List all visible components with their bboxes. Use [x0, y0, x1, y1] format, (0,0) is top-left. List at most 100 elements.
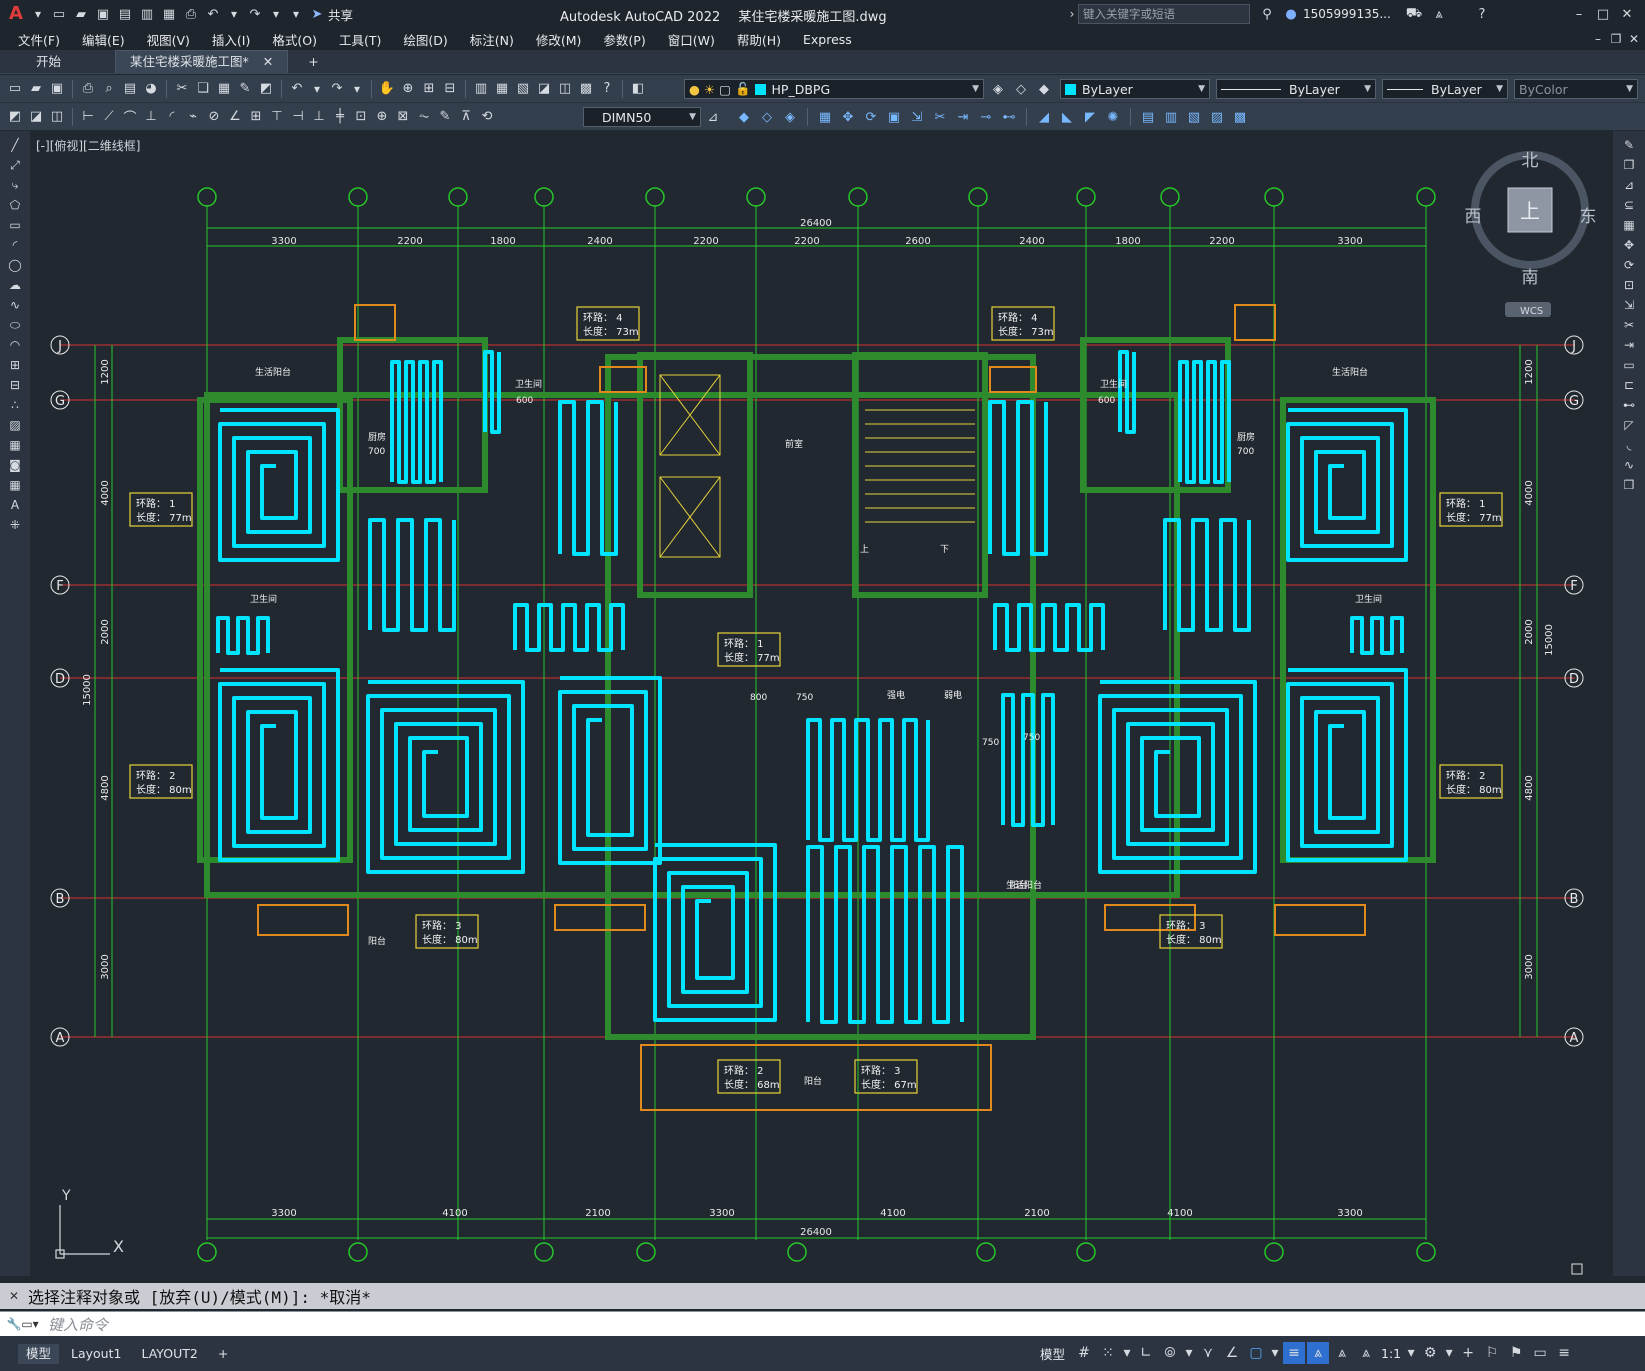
break-at-point-icon[interactable]: ▭	[1621, 357, 1637, 373]
send-back-icon[interactable]: ▧	[1185, 108, 1203, 126]
polygon-icon[interactable]: ⬠	[7, 197, 23, 213]
plotstyle-dropdown[interactable]: ByColor ▼	[1514, 79, 1638, 99]
tab-model[interactable]: 模型	[18, 1343, 60, 1364]
qnew-icon[interactable]: ▭	[6, 80, 24, 98]
plot-preview-icon[interactable]: ⌕	[100, 80, 118, 98]
wrench-icon[interactable]: 🔧	[6, 1316, 22, 1332]
add-selected-icon[interactable]: ⁜	[7, 517, 23, 533]
ordinate-dim-icon[interactable]: ⊥	[142, 108, 160, 126]
layer-previous-icon[interactable]: ◇	[1012, 80, 1030, 98]
point-icon[interactable]: ∴	[7, 397, 23, 413]
open-folder-icon[interactable]: ▰	[72, 5, 90, 23]
rotate-icon[interactable]: ⟳	[1621, 257, 1637, 273]
dim-edit-icon[interactable]: ✎	[436, 108, 454, 126]
paste-icon[interactable]: ▦	[215, 80, 233, 98]
autodesk-account-icon[interactable]: ⩓	[1430, 5, 1448, 23]
plot-icon[interactable]: ⎙	[79, 80, 97, 98]
viewcube-west[interactable]: 西	[1465, 207, 1482, 227]
tab-layout2[interactable]: LAYOUT2	[133, 1344, 205, 1364]
ellipse-icon[interactable]: ⬭	[7, 317, 23, 333]
layer-viewport-icon[interactable]: ▢	[719, 82, 731, 97]
trim-icon[interactable]: ✂	[931, 108, 949, 126]
customize-icon[interactable]: ≡	[1553, 1342, 1575, 1364]
send-under-icon[interactable]: ▩	[1231, 108, 1249, 126]
menu-file[interactable]: 文件(F)	[0, 30, 71, 49]
dim-text-edit-icon[interactable]: ⊼	[457, 108, 475, 126]
blend-curves-icon[interactable]: ∿	[1621, 457, 1637, 473]
table-icon[interactable]: ▦	[7, 477, 23, 493]
undo-icon[interactable]: ↶	[288, 80, 306, 98]
cart-icon[interactable]: ⛟	[1405, 5, 1423, 23]
dim-break-icon[interactable]: ╪	[331, 108, 349, 126]
drawing-canvas[interactable]: J J G G F F D D B B A A 26400 3300 2200 1800 2400 2200 22…	[30, 131, 1613, 1276]
rectangle-icon[interactable]: ▭	[7, 217, 23, 233]
annotation-visibility-icon[interactable]: ⩓	[1307, 1342, 1330, 1364]
add-layout-button[interactable]: +	[210, 1344, 236, 1364]
scale-icon[interactable]: ⊡	[1621, 277, 1637, 293]
move-icon[interactable]: ✥	[1621, 237, 1637, 253]
copy-icon[interactable]: ❐	[1621, 157, 1637, 173]
array-icon[interactable]: ▦	[1621, 217, 1637, 233]
offset-icon[interactable]: ⊆	[1621, 197, 1637, 213]
diameter-dim-icon[interactable]: ⊘	[205, 108, 223, 126]
line-icon[interactable]: ╱	[7, 137, 23, 153]
osnap-dropdown-icon[interactable]: ▾	[1269, 1342, 1281, 1364]
layer-lock-icon[interactable]: 🔓	[735, 81, 751, 97]
close-cmdline-icon[interactable]: ✕	[6, 1288, 22, 1304]
fillet-icon[interactable]: ◣	[1058, 108, 1076, 126]
layer-dropdown[interactable]: ● ☀ ▢ 🔓 HP_DBPG ▼	[684, 79, 984, 99]
region-icon[interactable]: ◙	[7, 457, 23, 473]
redo-icon[interactable]: ↷	[246, 5, 264, 23]
join-icon[interactable]: ⊷	[1000, 108, 1018, 126]
extend-icon[interactable]: ⇥	[1621, 337, 1637, 353]
viewcube-south[interactable]: 南	[1522, 268, 1539, 288]
draworder-icon[interactable]: ▤	[1139, 108, 1157, 126]
spline-icon[interactable]: ∿	[7, 297, 23, 313]
stretch-icon[interactable]: ⇲	[1621, 297, 1637, 313]
rotate-icon[interactable]: ⟳	[862, 108, 880, 126]
snap-dropdown-icon[interactable]: ▾	[1121, 1342, 1133, 1364]
hatch-icon[interactable]: ▨	[7, 417, 23, 433]
menu-view[interactable]: 视图(V)	[136, 30, 201, 49]
search-icon[interactable]: ⚲	[1258, 5, 1276, 23]
polyline-icon[interactable]: ⤷	[7, 177, 23, 193]
grid-icon[interactable]: #	[1073, 1342, 1095, 1364]
blend-icon[interactable]: ◤	[1081, 108, 1099, 126]
angular-dim-icon[interactable]: ∠	[226, 108, 244, 126]
new-file-icon[interactable]: ▭	[50, 5, 68, 23]
properties-icon[interactable]: ▥	[472, 80, 490, 98]
customize-icon[interactable]: ▾	[288, 6, 304, 22]
arc-icon[interactable]: ◜	[7, 237, 23, 253]
3d-print-icon[interactable]: ◕	[142, 80, 160, 98]
undo-dropdown-icon[interactable]: ▾	[226, 6, 242, 22]
add-icon[interactable]: +	[1457, 1342, 1479, 1364]
redo-icon[interactable]: ↷	[328, 80, 346, 98]
explode-icon[interactable]: ❒	[1621, 477, 1637, 493]
jogged-dim-icon[interactable]: ⌁	[184, 108, 202, 126]
mtext-icon[interactable]: A	[7, 497, 23, 513]
open-icon[interactable]: ▰	[27, 80, 45, 98]
auto-scale-icon[interactable]: ⩓	[1331, 1342, 1353, 1364]
color-dropdown[interactable]: ByLayer ▼	[1060, 79, 1210, 99]
save-icon[interactable]: ▣	[48, 80, 66, 98]
tab-close-icon[interactable]: ✕	[263, 54, 273, 69]
tool-icon-3[interactable]: ◫	[48, 108, 66, 126]
menu-tools[interactable]: 工具(T)	[328, 30, 392, 49]
break-icon[interactable]: ⊏	[1621, 377, 1637, 393]
doc-close-icon[interactable]: ✕	[1626, 31, 1642, 47]
make-block-icon[interactable]: ⊟	[7, 377, 23, 393]
save-as-icon[interactable]: ▤	[116, 5, 134, 23]
layer-properties-icon[interactable]: ◧	[629, 80, 647, 98]
dim-update-icon[interactable]: ⟲	[478, 108, 496, 126]
array-icon[interactable]: ▦	[816, 108, 834, 126]
tool-icon-2[interactable]: ◪	[27, 108, 45, 126]
help-icon[interactable]: ?	[1473, 5, 1491, 23]
share-label[interactable]: 共享	[328, 5, 353, 24]
copy-obj-icon[interactable]: ◆	[735, 108, 753, 126]
tool-icon-1[interactable]: ◩	[6, 108, 24, 126]
menu-express[interactable]: Express	[792, 32, 863, 47]
scale-icon[interactable]: ▣	[885, 108, 903, 126]
menu-draw[interactable]: 绘图(D)	[392, 30, 458, 49]
workspace-gear-icon[interactable]: ⚙	[1419, 1342, 1441, 1364]
command-input[interactable]: 键入命令	[48, 1314, 108, 1335]
